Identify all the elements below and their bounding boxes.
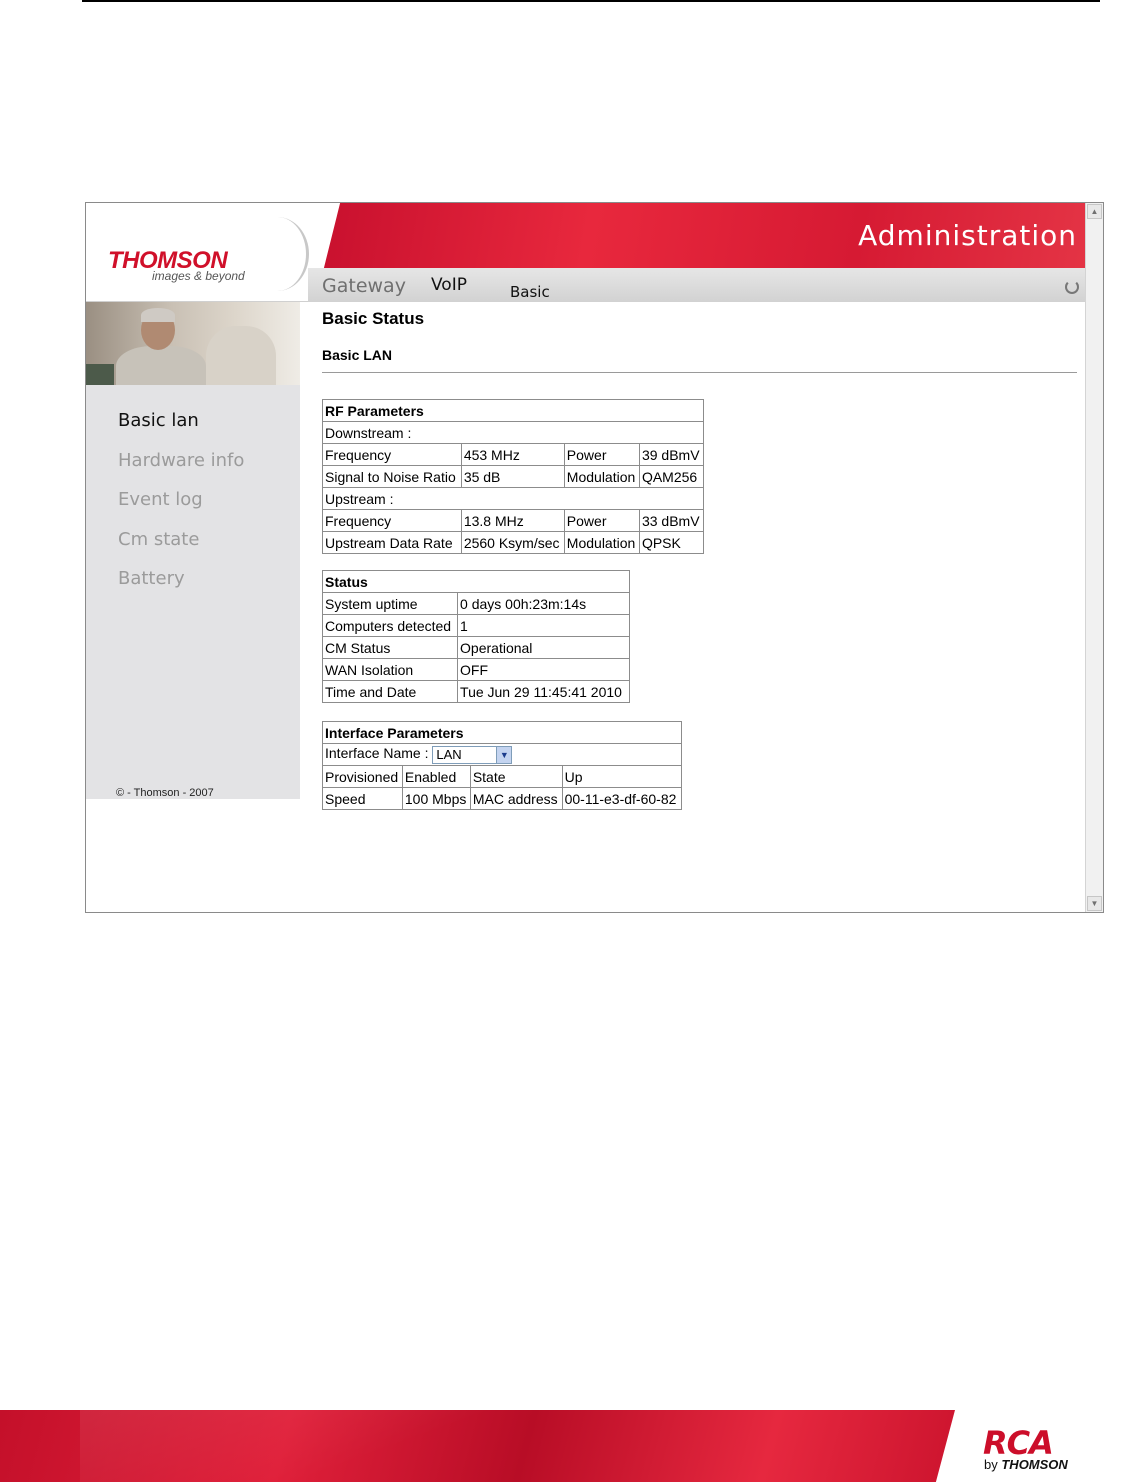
photo-chair <box>206 326 276 385</box>
rca-by-thomson: by THOMSON <box>984 1457 1068 1472</box>
scroll-up-icon[interactable]: ▲ <box>1087 204 1102 219</box>
ds-snr-value: 35 dB <box>460 465 565 488</box>
us-modulation-label: Modulation <box>563 531 640 554</box>
status-row-value: Tue Jun 29 11:45:41 2010 <box>457 680 630 703</box>
thomson-logo: THOMSON images & beyond <box>86 203 322 302</box>
status-header: Status <box>322 570 630 593</box>
ds-frequency-value: 453 MHz <box>460 443 565 466</box>
nav-basic[interactable]: Basic <box>510 283 550 301</box>
interface-parameters-table: Interface Parameters Interface Name : LA… <box>322 721 683 810</box>
page-top-rule <box>82 0 1100 2</box>
downstream-label: Downstream : <box>322 421 704 444</box>
sidebar-item-hardware-info[interactable]: Hardware info <box>118 450 244 471</box>
header-banner: Administration <box>322 203 1087 268</box>
chevron-down-icon[interactable]: ▼ <box>496 746 512 763</box>
loading-spinner-icon <box>1065 280 1079 294</box>
status-row-label: Computers detected <box>321 614 459 637</box>
status-row-label: Time and Date <box>321 680 459 703</box>
user-photo <box>86 302 300 385</box>
us-frequency-value: 13.8 MHz <box>460 509 565 532</box>
us-modulation-value: QPSK <box>638 531 705 554</box>
us-power-value: 33 dBmV <box>638 509 705 532</box>
ds-frequency-label: Frequency <box>322 443 462 466</box>
mac-value: 00-11-e3-df-60-82 <box>561 787 683 810</box>
status-row-value: OFF <box>457 658 630 681</box>
logo-arc <box>246 217 309 291</box>
interface-name-select[interactable]: LAN ▼ <box>432 745 513 764</box>
iface-name-row: Interface Name : LAN ▼ <box>322 743 682 766</box>
sidebar-item-basic-lan[interactable]: Basic lan <box>118 410 199 431</box>
ds-modulation-value: QAM256 <box>638 465 705 488</box>
top-nav: Gateway VoIP Basic <box>308 268 1087 302</box>
sidebar-item-battery[interactable]: Battery <box>118 568 185 589</box>
status-row-label: WAN Isolation <box>321 658 459 681</box>
ds-modulation-label: Modulation <box>563 465 640 488</box>
photo-hair <box>141 308 175 322</box>
nav-voip[interactable]: VoIP <box>431 275 467 295</box>
speed-label: Speed <box>322 787 403 810</box>
status-table: Status System uptime 0 days 00h:23m:14s C… <box>321 570 630 703</box>
status-row-value: 0 days 00h:23m:14s <box>457 592 630 615</box>
upstream-label: Upstream : <box>322 487 704 510</box>
rf-header: RF Parameters <box>322 399 704 422</box>
photo-body <box>116 346 206 385</box>
sidebar: Basic lan Hardware info Event log Cm sta… <box>86 302 300 799</box>
sidebar-item-event-log[interactable]: Event log <box>118 489 203 510</box>
us-rate-label: Upstream Data Rate <box>322 531 462 554</box>
us-frequency-label: Frequency <box>322 509 462 532</box>
rf-parameters-table: RF Parameters Downstream : Frequency 453… <box>322 399 705 554</box>
photo-laptop <box>86 364 114 385</box>
interface-name-value: LAN <box>436 746 462 762</box>
status-row-label: CM Status <box>321 636 459 659</box>
status-row-value: Operational <box>457 636 630 659</box>
ds-snr-label: Signal to Noise Ratio <box>322 465 462 488</box>
rca-by-text: by <box>984 1457 998 1472</box>
iface-name-label: Interface Name : <box>325 745 429 762</box>
state-value: Up <box>561 765 683 788</box>
section-title: Basic LAN <box>322 347 393 363</box>
browser-frame: THOMSON images & beyond Administration G… <box>85 202 1104 913</box>
enabled-label: Enabled <box>401 765 471 788</box>
ds-power-label: Power <box>563 443 640 466</box>
provisioned-label: Provisioned <box>322 765 403 788</box>
copyright: © - Thomson - 2007 <box>116 787 214 799</box>
page-header-title: Administration <box>858 219 1077 252</box>
iface-header: Interface Parameters <box>322 721 682 744</box>
vertical-scrollbar[interactable]: ▲ ▼ <box>1085 203 1103 912</box>
ds-power-value: 39 dBmV <box>638 443 705 466</box>
speed-value: 100 Mbps <box>401 787 471 810</box>
status-row-value: 1 <box>457 614 630 637</box>
section-divider <box>322 372 1077 373</box>
rca-by-brand: THOMSON <box>1001 1457 1068 1472</box>
mac-label: MAC address <box>469 787 563 810</box>
nav-gateway[interactable]: Gateway <box>322 275 406 297</box>
state-label: State <box>469 765 563 788</box>
us-rate-value: 2560 Ksym/sec <box>460 531 565 554</box>
page-title: Basic Status <box>322 309 425 328</box>
us-power-label: Power <box>563 509 640 532</box>
sidebar-item-cm-state[interactable]: Cm state <box>118 529 199 550</box>
scroll-down-icon[interactable]: ▼ <box>1087 896 1102 911</box>
footer-stripe <box>80 1410 580 1482</box>
logo-tagline: images & beyond <box>152 269 245 283</box>
status-row-label: System uptime <box>321 592 459 615</box>
